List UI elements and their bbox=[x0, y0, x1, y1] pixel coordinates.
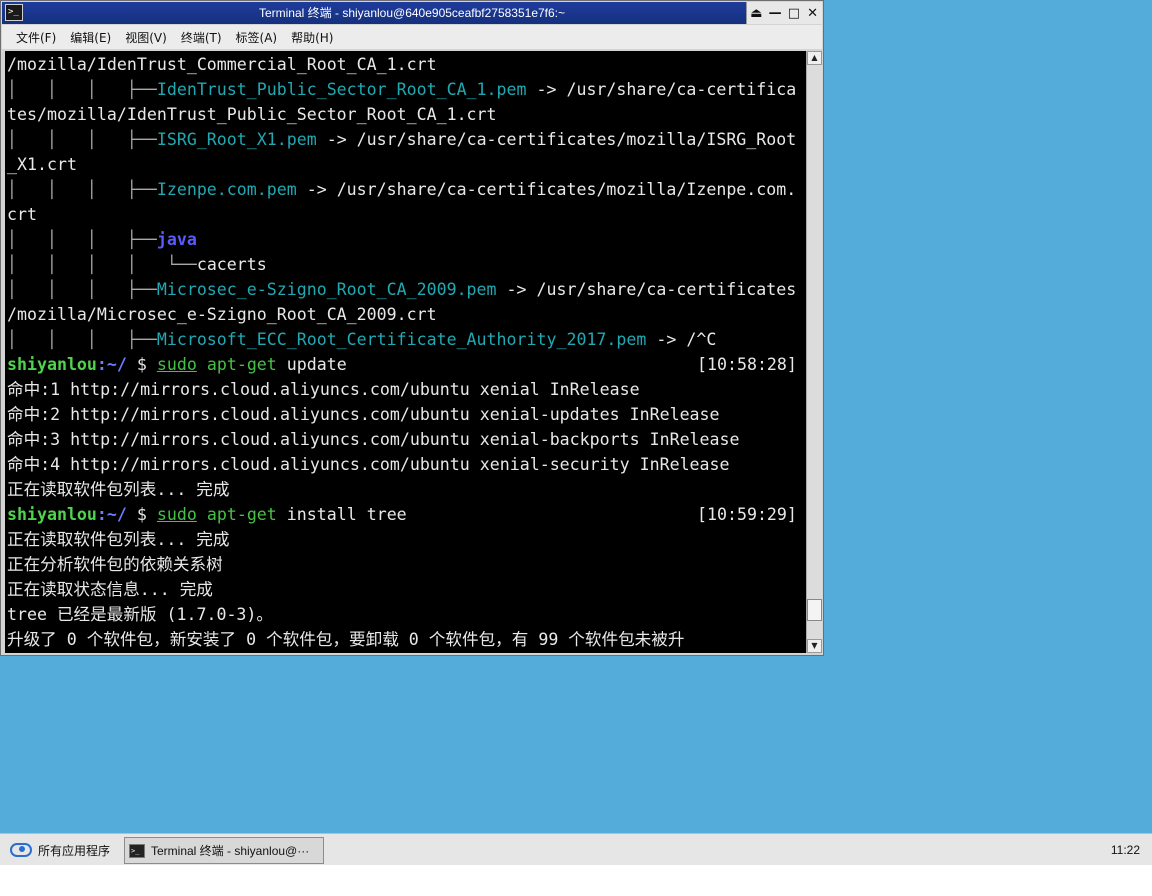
applications-menu-label: 所有应用程序 bbox=[38, 843, 111, 858]
terminal-line: /mozilla/IdenTrust_Commercial_Root_CA_1.… bbox=[7, 55, 437, 74]
terminal-line: 命中:4 http://mirrors.cloud.aliyuncs.com/u… bbox=[7, 455, 730, 474]
tree-branch: │ │ │ ├── bbox=[7, 330, 157, 349]
terminal-output[interactable]: /mozilla/IdenTrust_Commercial_Root_CA_1.… bbox=[5, 51, 806, 653]
maximize-button[interactable]: □ bbox=[786, 6, 802, 21]
taskbar-terminal-label: Terminal 终端 - shiyanlou@··· bbox=[151, 844, 310, 858]
applications-menu-button[interactable]: 所有应用程序 bbox=[4, 837, 116, 863]
tree-branch: │ │ │ ├── bbox=[7, 180, 157, 199]
command-args: update bbox=[276, 355, 347, 374]
terminal-line: │ │ │ ├──java bbox=[7, 227, 806, 252]
terminal-line: │ │ │ ├──Microsoft_ECC_Root_Certificate_… bbox=[7, 327, 806, 352]
menu-tabs[interactable]: 标签(A) bbox=[236, 29, 278, 46]
menu-edit[interactable]: 编辑(E) bbox=[70, 29, 111, 46]
prompt-line: shiyanlou:~/ $ sudo apt-get update [10:58… bbox=[7, 352, 806, 377]
scroll-down-arrow-icon[interactable]: ▼ bbox=[807, 639, 822, 653]
symlink-name: IdenTrust_Public_Sector_Root_CA_1.pem bbox=[156, 80, 527, 99]
command-args: install tree bbox=[276, 505, 407, 524]
symlink-name: Microsoft_ECC_Root_Certificate_Authority… bbox=[156, 330, 647, 349]
tree-branch: │ │ │ ├── bbox=[7, 80, 157, 99]
terminal-line: tes/mozilla/IdenTrust_Public_Sector_Root… bbox=[7, 105, 497, 124]
symlink-name: Microsec_e-Szigno_Root_CA_2009.pem bbox=[156, 280, 497, 299]
shade-button[interactable]: ⏏ bbox=[748, 6, 764, 21]
tree-branch: │ │ │ │ └── bbox=[7, 255, 197, 274]
screen-bottom-area bbox=[0, 865, 1152, 896]
symlink-target: -> /usr/share/ca-certificates/mozilla/Iz… bbox=[296, 180, 797, 199]
menu-view[interactable]: 视图(V) bbox=[125, 29, 167, 46]
close-button[interactable]: ✕ bbox=[805, 6, 821, 21]
terminal-line: │ │ │ ├──IdenTrust_Public_Sector_Root_CA… bbox=[7, 77, 806, 102]
taskbar-terminal-button[interactable]: >_ Terminal 终端 - shiyanlou@··· bbox=[124, 837, 324, 864]
prompt-symbol: $ bbox=[126, 505, 157, 524]
prompt-symbol: $ bbox=[126, 355, 157, 374]
symlink-target: -> /usr/share/ca-certificates bbox=[496, 280, 797, 299]
terminal-task-icon: >_ bbox=[129, 843, 145, 858]
terminal-scrollbar[interactable]: ▲ ▼ bbox=[806, 51, 822, 653]
menu-file[interactable]: 文件(F) bbox=[16, 29, 56, 46]
tree-branch: │ │ │ ├── bbox=[7, 130, 157, 149]
prompt-timestamp: [10:59:29] bbox=[697, 505, 797, 524]
terminal-line: 正在分析软件包的依赖关系树 bbox=[7, 555, 223, 574]
minimize-button[interactable]: — bbox=[767, 6, 783, 21]
terminal-line: tree 已经是最新版 (1.7.0-3)。 bbox=[7, 605, 274, 624]
terminal-line: 命中:2 http://mirrors.cloud.aliyuncs.com/u… bbox=[7, 405, 720, 424]
command-sudo: sudo bbox=[156, 355, 197, 374]
symlink-target: -> /usr/share/ca-certificates/mozilla/IS… bbox=[316, 130, 797, 149]
terminal-line: crt bbox=[7, 205, 37, 224]
window-controls: ⏏ — □ ✕ bbox=[746, 2, 822, 24]
terminal-line: 正在读取软件包列表... 完成 bbox=[7, 480, 230, 499]
taskbar: 所有应用程序 >_ Terminal 终端 - shiyanlou@··· 11… bbox=[0, 833, 1152, 865]
title-bar[interactable]: >_ Terminal 终端 - shiyanlou@640e905ceafbf… bbox=[2, 2, 822, 24]
terminal-line: │ │ │ ├──Izenpe.com.pem -> /usr/share/ca… bbox=[7, 177, 806, 202]
tree-branch: │ │ │ ├── bbox=[7, 230, 157, 249]
symlink-target: -> /^C bbox=[646, 330, 717, 349]
directory-name: java bbox=[156, 230, 197, 249]
file-name: cacerts bbox=[196, 255, 267, 274]
prompt-line: shiyanlou:~/ $ sudo apt-get install tree… bbox=[7, 502, 806, 527]
terminal-line: │ │ │ ├──ISRG_Root_X1.pem -> /usr/share/… bbox=[7, 127, 806, 152]
command-binary: apt-get bbox=[206, 505, 277, 524]
terminal-line: _X1.crt bbox=[7, 155, 77, 174]
scroll-thumb[interactable] bbox=[807, 599, 822, 621]
prompt-user: shiyanlou bbox=[7, 355, 97, 374]
symlink-name: Izenpe.com.pem bbox=[156, 180, 297, 199]
terminal-line: 命中:1 http://mirrors.cloud.aliyuncs.com/u… bbox=[7, 380, 640, 399]
window-title: Terminal 终端 - shiyanlou@640e905ceafbf275… bbox=[258, 6, 566, 20]
menu-help[interactable]: 帮助(H) bbox=[291, 29, 333, 46]
prompt-path: :~/ bbox=[96, 505, 127, 524]
command-sudo: sudo bbox=[156, 505, 197, 524]
command-binary: apt-get bbox=[206, 355, 277, 374]
terminal-line: │ │ │ │ └──cacerts bbox=[7, 252, 806, 277]
terminal-line: 命中:3 http://mirrors.cloud.aliyuncs.com/u… bbox=[7, 430, 740, 449]
terminal-line: 正在读取状态信息... 完成 bbox=[7, 580, 213, 599]
prompt-path: :~/ bbox=[96, 355, 127, 374]
scroll-up-arrow-icon[interactable]: ▲ bbox=[807, 51, 822, 65]
terminal-line: 升级了 0 个软件包，新安装了 0 个软件包，要卸载 0 个软件包，有 99 个… bbox=[7, 630, 685, 649]
symlink-target: -> /usr/share/ca-certifica bbox=[526, 80, 797, 99]
terminal-window: >_ Terminal 终端 - shiyanlou@640e905ceafbf… bbox=[0, 0, 824, 656]
prompt-user: shiyanlou bbox=[7, 505, 97, 524]
symlink-name: ISRG_Root_X1.pem bbox=[156, 130, 317, 149]
terminal-line: 正在读取软件包列表... 完成 bbox=[7, 530, 230, 549]
applications-icon bbox=[10, 843, 32, 857]
menu-bar: 文件(F) 编辑(E) 视图(V) 终端(T) 标签(A) 帮助(H) bbox=[2, 25, 822, 49]
terminal-line: │ │ │ ├──Microsec_e-Szigno_Root_CA_2009.… bbox=[7, 277, 806, 302]
prompt-timestamp: [10:58:28] bbox=[697, 355, 797, 374]
clock[interactable]: 11:22 bbox=[1111, 834, 1140, 866]
tree-branch: │ │ │ ├── bbox=[7, 280, 157, 299]
terminal-line: /mozilla/Microsec_e-Szigno_Root_CA_2009.… bbox=[7, 305, 437, 324]
menu-terminal[interactable]: 终端(T) bbox=[181, 29, 222, 46]
